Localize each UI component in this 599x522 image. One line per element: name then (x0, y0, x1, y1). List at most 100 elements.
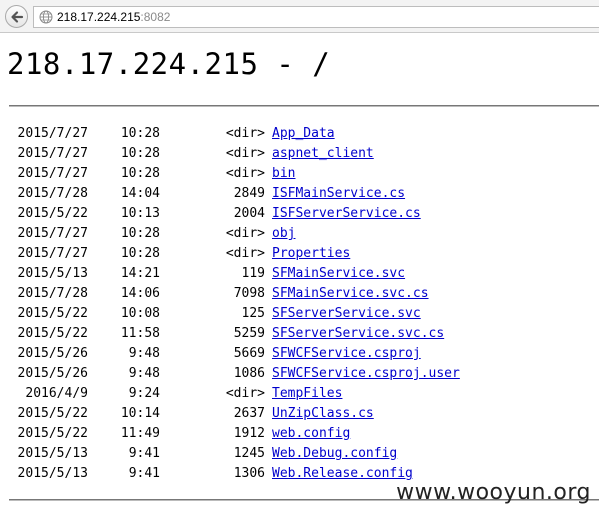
address-bar[interactable]: 218.17.224.215:8082 (33, 6, 599, 28)
entry-link[interactable]: Properties (272, 244, 350, 264)
entry-size: 5669 (233, 346, 265, 361)
url-port: :8082 (140, 10, 171, 24)
entry-link[interactable]: bin (272, 164, 295, 184)
entry-size: 5259 (233, 326, 265, 341)
entry-time: 10:28 (120, 226, 160, 241)
entry-time: 14:04 (120, 186, 160, 201)
entry-date: 2015/5/22 (17, 426, 88, 441)
listing-row: 2015/5/22 10:14 2637 UnZipClass.cs (0, 404, 599, 424)
entry-time: 10:13 (120, 206, 160, 221)
entry-date: 2016/4/9 (25, 386, 88, 401)
listing-row: 2015/7/27 10:28 <dir> App_Data (0, 124, 599, 144)
directory-listing: 2015/7/27 10:28 <dir> App_Data 2015/7/27 10:2… (0, 124, 599, 484)
browser-toolbar: 218.17.224.215:8082 (0, 0, 599, 33)
entry-link[interactable]: Web.Debug.config (272, 444, 397, 464)
entry-link[interactable]: obj (272, 224, 295, 244)
entry-size: <dir> (225, 386, 265, 401)
entry-time: 10:28 (120, 246, 160, 261)
entry-time: 9:48 (128, 366, 160, 381)
listing-row: 2015/5/13 9:41 1245 Web.Debug.config (0, 444, 599, 464)
listing-row: 2015/5/13 14:21 119 SFMainService.svc (0, 264, 599, 284)
listing-row: 2015/5/22 10:08 125 SFServerService.svc (0, 304, 599, 324)
top-divider (9, 105, 599, 107)
entry-link[interactable]: aspnet_client (272, 144, 374, 164)
entry-time: 14:21 (120, 266, 160, 281)
listing-row: 2015/5/22 11:58 5259 SFServerService.svc.cs (0, 324, 599, 344)
entry-date: 2015/5/22 (17, 326, 88, 341)
entry-date: 2015/5/22 (17, 206, 88, 221)
entry-link[interactable]: SFMainService.svc.cs (272, 284, 429, 304)
entry-date: 2015/7/28 (17, 186, 88, 201)
entry-link[interactable]: ISFServerService.cs (272, 204, 421, 224)
entry-size: 2004 (233, 206, 265, 221)
entry-size: <dir> (225, 166, 265, 181)
entry-date: 2015/7/27 (17, 146, 88, 161)
entry-link[interactable]: ISFMainService.cs (272, 184, 405, 204)
entry-size: 125 (241, 306, 265, 321)
globe-icon (39, 10, 53, 24)
entry-link[interactable]: SFMainService.svc (272, 264, 405, 284)
entry-date: 2015/7/27 (17, 126, 88, 141)
page-title: 218.17.224.215 - / (7, 47, 331, 81)
entry-time: 10:14 (120, 406, 160, 421)
entry-time: 9:41 (128, 446, 160, 461)
listing-row: 2015/7/27 10:28 <dir> Properties (0, 244, 599, 264)
entry-date: 2015/5/13 (17, 266, 88, 281)
entry-time: 14:06 (120, 286, 160, 301)
entry-time: 9:41 (128, 466, 160, 481)
entry-link[interactable]: SFWCFService.csproj (272, 344, 421, 364)
entry-time: 11:58 (120, 326, 160, 341)
entry-date: 2015/5/26 (17, 366, 88, 381)
entry-time: 10:08 (120, 306, 160, 321)
entry-time: 11:49 (120, 426, 160, 441)
back-arrow-icon (10, 10, 23, 23)
entry-time: 10:28 (120, 166, 160, 181)
entry-size: 1086 (233, 366, 265, 381)
url-host: 218.17.224.215 (57, 10, 141, 24)
listing-row: 2015/5/22 10:13 2004 ISFServerService.cs (0, 204, 599, 224)
entry-date: 2015/5/26 (17, 346, 88, 361)
listing-row: 2015/7/28 14:04 2849 ISFMainService.cs (0, 184, 599, 204)
watermark: www.wooyun.org (396, 480, 591, 505)
entry-date: 2015/5/13 (17, 446, 88, 461)
entry-size: 119 (241, 266, 265, 281)
entry-date: 2015/7/27 (17, 166, 88, 181)
entry-date: 2015/5/13 (17, 466, 88, 481)
entry-size: 1306 (233, 466, 265, 481)
entry-link[interactable]: TempFiles (272, 384, 342, 404)
listing-row: 2015/7/27 10:28 <dir> obj (0, 224, 599, 244)
entry-link[interactable]: web.config (272, 424, 350, 444)
entry-date: 2015/7/27 (17, 226, 88, 241)
entry-link[interactable]: Web.Release.config (272, 464, 413, 484)
listing-row: 2016/4/9 9:24 <dir> TempFiles (0, 384, 599, 404)
entry-link[interactable]: App_Data (272, 124, 335, 144)
entry-size: 1245 (233, 446, 265, 461)
entry-size: <dir> (225, 126, 265, 141)
entry-time: 10:28 (120, 126, 160, 141)
back-button[interactable] (5, 5, 28, 28)
listing-row: 2015/7/27 10:28 <dir> aspnet_client (0, 144, 599, 164)
entry-link[interactable]: SFWCFService.csproj.user (272, 364, 460, 384)
listing-row: 2015/5/22 11:49 1912 web.config (0, 424, 599, 444)
listing-row: 2015/7/27 10:28 <dir> bin (0, 164, 599, 184)
entry-time: 10:28 (120, 146, 160, 161)
entry-date: 2015/7/28 (17, 286, 88, 301)
listing-row: 2015/5/26 9:48 5669 SFWCFService.csproj (0, 344, 599, 364)
entry-date: 2015/5/22 (17, 306, 88, 321)
entry-link[interactable]: SFServerService.svc.cs (272, 324, 444, 344)
entry-size: 7098 (233, 286, 265, 301)
listing-row: 2015/7/28 14:06 7098 SFMainService.svc.cs (0, 284, 599, 304)
entry-link[interactable]: UnZipClass.cs (272, 404, 374, 424)
entry-size: <dir> (225, 146, 265, 161)
entry-size: 1912 (233, 426, 265, 441)
entry-size: <dir> (225, 226, 265, 241)
entry-date: 2015/7/27 (17, 246, 88, 261)
listing-row: 2015/5/26 9:48 1086 SFWCFService.csproj.use… (0, 364, 599, 384)
entry-size: 2637 (233, 406, 265, 421)
entry-time: 9:24 (128, 386, 160, 401)
entry-date: 2015/5/22 (17, 406, 88, 421)
url-text: 218.17.224.215:8082 (57, 10, 170, 24)
entry-link[interactable]: SFServerService.svc (272, 304, 421, 324)
entry-size: 2849 (233, 186, 265, 201)
entry-size: <dir> (225, 246, 265, 261)
